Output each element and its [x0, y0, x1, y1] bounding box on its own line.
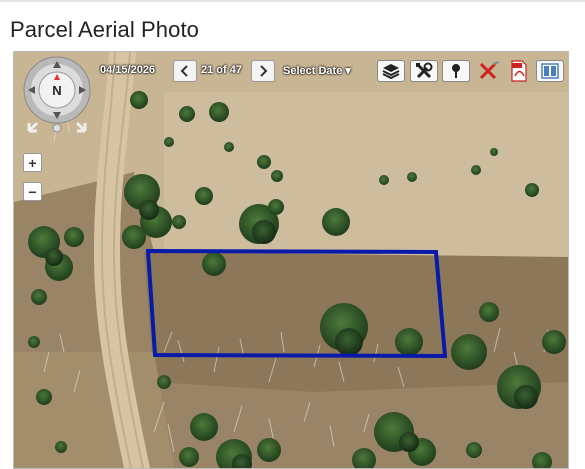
pin-icon: [452, 64, 460, 78]
next-photo-button[interactable]: [251, 60, 275, 82]
select-date-dropdown[interactable]: Select Date ▾: [283, 64, 351, 77]
map-toolbar: 04/15/2026 21 of 47 Select Date ▾: [94, 58, 564, 84]
clear-button[interactable]: [475, 60, 503, 82]
zoom-in-button[interactable]: +: [23, 153, 42, 172]
layers-button[interactable]: [377, 60, 405, 82]
compass-pan-control[interactable]: N: [19, 56, 95, 146]
photo-date: 04/15/2026: [100, 64, 156, 76]
page-title: Parcel Aerial Photo: [10, 17, 200, 42]
chevron-left-icon: [180, 65, 188, 77]
layers-icon: [382, 64, 400, 79]
previous-photo-button[interactable]: [173, 60, 197, 82]
photo-counter: 21 of 47: [201, 64, 242, 76]
aerial-photo[interactable]: [14, 52, 568, 468]
split-view-icon: [541, 63, 559, 79]
rotate-right-icon: [75, 121, 87, 133]
tools-icon: [416, 62, 433, 79]
split-view-button[interactable]: [536, 60, 564, 82]
pin-button[interactable]: [442, 60, 470, 82]
pdf-icon: [511, 60, 527, 82]
zoom-out-button[interactable]: −: [23, 182, 42, 201]
select-date-label: Select Date: [283, 65, 343, 77]
rotate-left-icon: [27, 121, 39, 133]
top-divider: [0, 0, 585, 2]
pdf-export-button[interactable]: [505, 60, 533, 82]
clear-icon: [479, 61, 500, 80]
tools-button[interactable]: [410, 60, 438, 82]
chevron-right-icon: [260, 65, 268, 77]
aerial-map[interactable]: N + − 04/15/2026 21 of 47 Select Date ▾: [13, 51, 569, 469]
compass-north-label: N: [52, 83, 61, 98]
chevron-down-icon: ▾: [345, 65, 351, 77]
